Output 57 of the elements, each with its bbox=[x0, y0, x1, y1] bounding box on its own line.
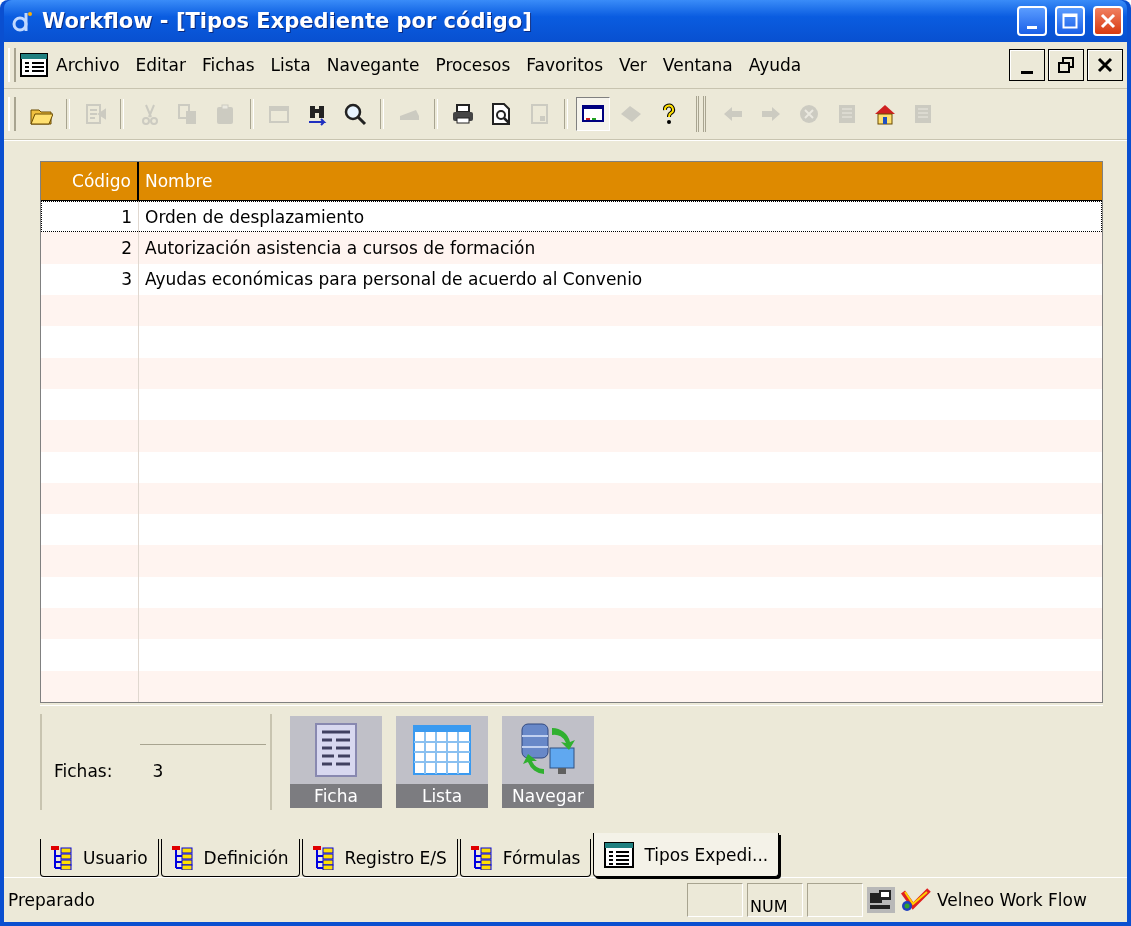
form-icon bbox=[314, 722, 358, 778]
menu-item[interactable]: Procesos bbox=[427, 51, 519, 79]
grid-icon bbox=[413, 725, 471, 775]
view-button[interactable]: Ficha bbox=[290, 716, 382, 808]
table-cell-text: Orden de desplazamiento bbox=[144, 205, 366, 229]
menu-item[interactable]: Editar bbox=[127, 51, 194, 79]
table-cell-text: Ayudas económicas para personal de acuerdo al Convenio bbox=[144, 268, 644, 292]
monitor-icon[interactable] bbox=[576, 97, 610, 131]
menu-item[interactable]: Ayuda bbox=[740, 51, 810, 79]
menu-item[interactable]: Navegante bbox=[318, 51, 428, 79]
logo-icon bbox=[901, 888, 931, 912]
window-tab[interactable]: Definición bbox=[160, 839, 300, 877]
close-icon bbox=[1100, 13, 1116, 29]
maximize-button[interactable] bbox=[1055, 6, 1085, 36]
close-icon bbox=[1097, 57, 1113, 73]
table-cell: 2 bbox=[41, 232, 139, 264]
toolbar-grip[interactable] bbox=[696, 96, 706, 132]
table-icon bbox=[604, 841, 635, 868]
count-value: 3 bbox=[152, 760, 164, 781]
app-name: Velneo Work Flow bbox=[937, 890, 1087, 910]
status-pane bbox=[807, 883, 863, 917]
table-cell-text: Autorización asistencia a cursos de formación bbox=[144, 237, 537, 261]
computers-icon bbox=[867, 887, 895, 913]
minimize-icon bbox=[1027, 25, 1037, 29]
menu-item[interactable]: Ver bbox=[611, 51, 655, 79]
table-icon bbox=[20, 53, 48, 77]
tree-icon bbox=[312, 845, 335, 870]
toolbar-grip[interactable] bbox=[8, 48, 16, 82]
window-tab[interactable]: Tipos Expedi... bbox=[593, 833, 780, 877]
tree-icon bbox=[51, 845, 73, 870]
minimize-icon bbox=[1021, 70, 1033, 74]
window-tab[interactable]: Usuario bbox=[40, 839, 159, 877]
window-tab[interactable]: Registro E/S bbox=[301, 839, 458, 877]
status-message: Preparado bbox=[8, 890, 96, 910]
table-row[interactable]: 1 Orden de desplazamiento bbox=[41, 201, 1102, 233]
maximize-icon bbox=[1062, 13, 1078, 29]
toolbar-grip[interactable] bbox=[8, 97, 16, 131]
menu-item[interactable]: Lista bbox=[262, 51, 319, 79]
view-button[interactable]: Lista bbox=[396, 716, 488, 808]
app-icon bbox=[12, 9, 34, 33]
status-pane: NUM bbox=[747, 883, 803, 917]
tree-icon bbox=[470, 845, 493, 870]
menu-item[interactable]: Favoritos bbox=[518, 51, 612, 79]
minimize-button[interactable] bbox=[1009, 49, 1045, 81]
count-label: Fichas: bbox=[54, 760, 113, 781]
close-button[interactable] bbox=[1087, 49, 1123, 81]
restore-button[interactable] bbox=[1048, 49, 1084, 81]
menu-item[interactable]: Archivo bbox=[48, 51, 128, 79]
table-row[interactable]: 2 Autorización asistencia a cursos de formación bbox=[41, 232, 1102, 264]
restore-icon bbox=[1057, 56, 1075, 74]
status-pane bbox=[687, 883, 743, 917]
window-title: Workflow - [Tipos Expediente por código] bbox=[42, 9, 533, 33]
menu-item[interactable]: Fichas bbox=[193, 51, 263, 79]
tree-icon bbox=[171, 845, 194, 870]
window-tab[interactable]: Fórmulas bbox=[459, 839, 592, 877]
view-button[interactable]: Navegar bbox=[502, 716, 594, 808]
menu-item[interactable]: Ventana bbox=[654, 51, 741, 79]
